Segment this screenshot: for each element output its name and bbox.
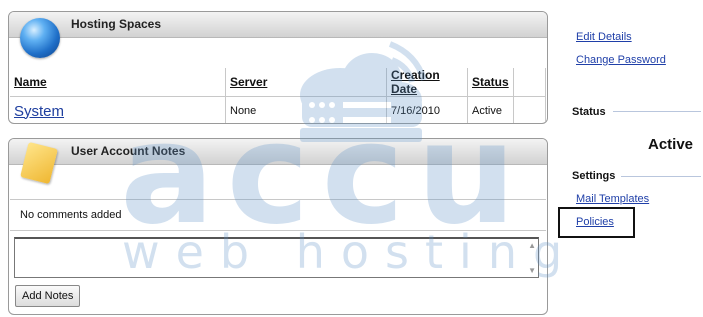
space-status-cell: Active — [467, 96, 514, 123]
add-notes-button[interactable]: Add Notes — [15, 285, 81, 307]
globe-icon — [20, 18, 60, 58]
scroll-down-icon[interactable]: ▼ — [528, 266, 536, 275]
space-creation-date-cell: 7/16/2010 — [386, 96, 468, 123]
user-account-notes-panel: User Account Notes No comments added ▲ ▼… — [8, 138, 548, 315]
space-name-cell: System — [10, 96, 226, 123]
column-header-name[interactable]: Name — [10, 68, 226, 97]
column-header-creation-date[interactable]: Creation Date — [386, 68, 468, 97]
comments-area: No comments added — [10, 199, 546, 231]
mail-templates-link[interactable]: Mail Templates — [576, 193, 649, 205]
status-section-header: Status — [572, 106, 606, 118]
edit-details-link[interactable]: Edit Details — [576, 31, 632, 43]
notes-textarea[interactable]: ▲ ▼ — [14, 237, 539, 278]
column-header-status[interactable]: Status — [467, 68, 514, 97]
settings-divider — [621, 176, 701, 177]
settings-section-header: Settings — [572, 170, 616, 182]
hosting-spaces-panel: Hosting Spaces Name Server Creation Date… — [8, 11, 548, 124]
space-blank-cell — [513, 96, 546, 123]
column-header-server[interactable]: Server — [225, 68, 387, 97]
no-comments-message: No comments added — [20, 209, 122, 221]
hosting-spaces-table: Name Server Creation Date Status System … — [10, 68, 546, 123]
account-status-value: Active — [648, 136, 694, 153]
user-account-notes-title: User Account Notes — [71, 144, 186, 158]
user-account-notes-header: User Account Notes — [9, 139, 547, 165]
hosting-spaces-header: Hosting Spaces — [9, 12, 547, 38]
column-header-blank — [513, 68, 546, 97]
scroll-up-icon[interactable]: ▲ — [528, 241, 536, 250]
change-password-link[interactable]: Change Password — [576, 54, 666, 66]
status-divider — [613, 111, 701, 112]
table-row: System None 7/16/2010 Active — [10, 96, 546, 123]
hosting-spaces-title: Hosting Spaces — [71, 17, 162, 31]
space-name-link[interactable]: System — [14, 103, 64, 120]
policies-link[interactable]: Policies — [576, 216, 614, 228]
table-header-row: Name Server Creation Date Status — [10, 68, 546, 97]
space-server-cell: None — [225, 96, 387, 123]
